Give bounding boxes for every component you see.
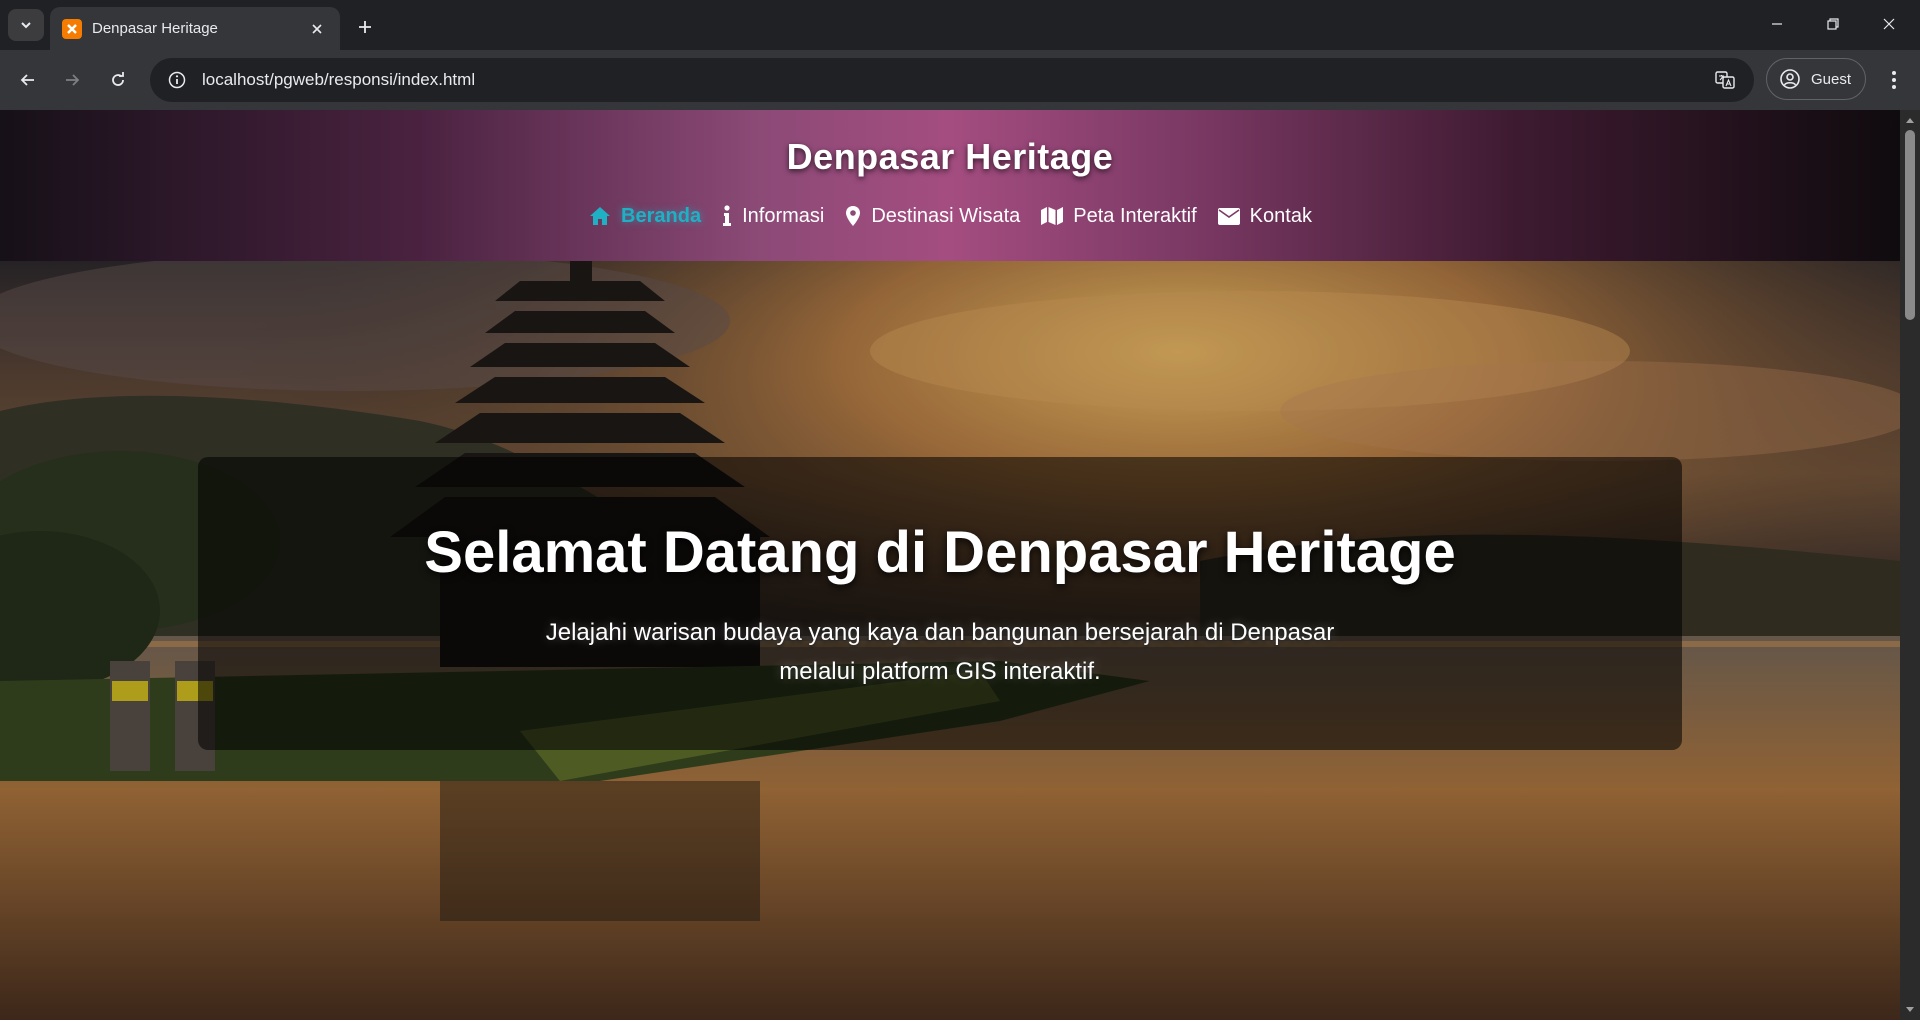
page-scrollbar[interactable] (1900, 110, 1920, 1020)
forward-button[interactable] (56, 64, 88, 96)
nav-label-peta-interaktif: Peta Interaktif (1073, 204, 1197, 227)
hero-title: Selamat Datang di Denpasar Heritage (424, 520, 1456, 585)
scroll-down-icon[interactable] (1900, 1002, 1920, 1018)
browser-toolbar: localhost/pgweb/responsi/index.html Gues… (0, 50, 1920, 110)
profile-label: Guest (1811, 70, 1852, 88)
home-icon (588, 204, 612, 228)
account-circle-icon (1780, 69, 1800, 89)
nav-item-kontak[interactable]: Kontak (1217, 204, 1312, 228)
nav-item-peta-interaktif[interactable]: Peta Interaktif (1040, 204, 1197, 228)
restore-icon (1827, 18, 1839, 30)
hero-section: Selamat Datang di Denpasar Heritage Jela… (0, 261, 1900, 1020)
page-viewport: Denpasar Heritage Beranda Informasi Dest… (0, 110, 1900, 1020)
nav-label-kontak: Kontak (1249, 204, 1312, 227)
profile-button[interactable]: Guest (1766, 58, 1866, 100)
nav-item-informasi[interactable]: Informasi (721, 204, 824, 228)
plus-icon (359, 21, 371, 33)
more-vertical-icon (1892, 71, 1896, 89)
tab-title: Denpasar Heritage (92, 20, 218, 37)
back-button[interactable] (12, 64, 44, 96)
nav-label-informasi: Informasi (742, 204, 825, 227)
translate-icon[interactable] (1710, 65, 1740, 95)
tab-close-icon[interactable] (306, 18, 328, 40)
envelope-icon (1217, 204, 1241, 228)
main-nav: Beranda Informasi Destinasi Wisata Peta … (0, 204, 1900, 228)
browser-titlebar: Denpasar Heritage (0, 0, 1920, 50)
minimize-button[interactable] (1754, 8, 1800, 40)
site-header: Denpasar Heritage Beranda Informasi Dest… (0, 110, 1900, 261)
nav-label-destinasi-wisata: Destinasi Wisata (871, 204, 1021, 227)
minimize-icon (1772, 23, 1782, 25)
map-pin-icon (844, 204, 862, 228)
close-window-button[interactable] (1866, 8, 1912, 40)
reload-button[interactable] (102, 64, 134, 96)
arrow-right-icon (66, 74, 80, 86)
url-text[interactable]: localhost/pgweb/responsi/index.html (202, 70, 1710, 90)
reload-icon (112, 72, 124, 86)
nav-item-beranda[interactable]: Beranda (588, 204, 701, 228)
chevron-down-icon (21, 22, 31, 29)
arrow-left-icon (20, 74, 34, 86)
site-title: Denpasar Heritage (786, 136, 1114, 177)
nav-label-beranda: Beranda (621, 204, 702, 227)
site-info-icon[interactable] (164, 67, 190, 93)
tab-search-button[interactable] (8, 9, 44, 41)
browser-menu-button[interactable] (1878, 64, 1910, 96)
map-icon (1040, 204, 1064, 228)
hero-subtitle: Jelajahi warisan budaya yang kaya dan ba… (545, 619, 1335, 685)
nav-item-destinasi-wisata[interactable]: Destinasi Wisata (844, 204, 1020, 228)
new-tab-button[interactable] (350, 12, 380, 42)
hero-card: Selamat Datang di Denpasar Heritage Jela… (198, 457, 1682, 750)
restore-button[interactable] (1810, 8, 1856, 40)
info-icon (721, 204, 733, 228)
scrollbar-thumb[interactable] (1905, 130, 1915, 320)
browser-tab[interactable]: Denpasar Heritage (50, 7, 340, 50)
xampp-favicon-icon (62, 18, 82, 39)
scroll-up-icon[interactable] (1900, 112, 1920, 128)
address-bar[interactable]: localhost/pgweb/responsi/index.html (150, 58, 1754, 102)
close-icon (1883, 18, 1895, 30)
